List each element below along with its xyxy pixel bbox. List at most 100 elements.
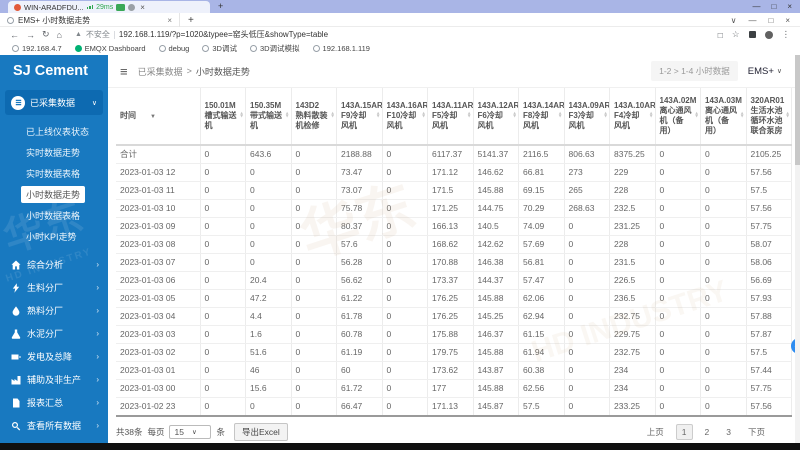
security-label: 不安全 [85,30,110,39]
table-row: 2023-01-03 08 0 0 0 57.6 0 168.62 142.62 57.69 0 2… [116,235,792,254]
column-header-6[interactable]: 143A.12AR F6冷却风机 ▴ ▾ [473,88,519,146]
cell-value: 0 [291,397,337,417]
column-header-7[interactable]: 143A.14AR F8冷却风机 ▴ ▾ [518,88,565,146]
column-header-12[interactable]: 320AR01 生活水池循环水池联合泵房 ▴ ▾ [746,88,792,146]
sidebar-section-6[interactable]: 报表汇总 › [0,391,108,414]
screen: WIN-ARADFDU... 29ms × + — □ × EMS+ 小时数据走… [0,0,800,450]
cell-value: 0 [291,235,337,254]
page-scrollbar[interactable] [795,55,800,443]
browser-minimize-icon[interactable]: — [748,16,756,25]
page-button-2[interactable]: 2 [700,425,715,439]
table-row: 2023-01-03 04 0 4.4 0 61.78 0 176.25 145.25 62.9… [116,307,792,326]
new-tab-button[interactable]: + [188,15,194,26]
forward-icon[interactable]: → [26,30,35,40]
new-remote-tab-button[interactable]: + [218,1,223,11]
breadcrumb-item-1[interactable]: 小时数据走势 [196,65,250,78]
cell-value: 0 [655,361,701,380]
column-header-5[interactable]: 143A.11AR F5冷却风机 ▴ ▾ [427,88,474,146]
cell-value: 66.47 [336,397,383,417]
column-header-2[interactable]: 143D2 熟料散装机检修 ▴ ▾ [291,88,337,146]
sidebar-section-7[interactable]: 查看所有数据 › [0,414,108,437]
column-header-3[interactable]: 143A.15AR F9冷却风机 ▴ ▾ [336,88,383,146]
sidebar-section-3[interactable]: 水泥分厂 › [0,322,108,345]
prev-page-button[interactable]: 上页 [642,424,669,440]
back-icon[interactable]: ← [10,30,19,40]
browser-tab[interactable]: EMS+ 小时数据走势 × [0,13,180,27]
column-header-0[interactable]: 150.01M 槽式输送机 ▴ ▾ [200,88,246,146]
bookmark-item-5[interactable]: 192.168.1.119 [312,44,370,53]
cell-time: 2023-01-03 05 [116,289,201,308]
scrollbar-thumb[interactable] [795,55,800,165]
column-name: F8冷却风机 [523,111,549,130]
table-row: 2023-01-03 06 0 20.4 0 56.62 0 173.37 144.37 57.… [116,271,792,290]
reload-icon[interactable]: ↻ [42,29,50,40]
home-icon[interactable]: ⌂ [57,30,62,40]
browser-menu-icon[interactable]: ⋮ [782,29,791,40]
windows-taskbar[interactable] [0,443,800,450]
bookmark-item-4[interactable]: 3D调试模拟 [249,43,300,54]
sidebar-subitem-3[interactable]: 小时数据走势 [0,184,108,205]
column-header-10[interactable]: 143A.02M 离心通风机（备用） ▴ ▾ [655,88,701,146]
range-label[interactable]: 1-2 > 1-4 小时数据 [651,61,738,81]
share-icon[interactable]: □ [718,30,723,40]
profile-avatar[interactable] [764,30,773,39]
restore-window-icon[interactable]: □ [771,2,776,11]
column-header-time[interactable]: 时间 ▼ [116,88,201,146]
cell-value: 0 [655,217,701,236]
cell-value: 0 [700,379,747,398]
sidebar-section-1[interactable]: 生料分厂 › [0,276,108,299]
hamburger-icon[interactable]: ≡ [120,64,128,79]
next-page-button[interactable]: 下页 [743,424,770,440]
sidebar-subitem-0[interactable]: 已上线仪表状态 [0,121,108,142]
column-header-8[interactable]: 143A.09AR F3冷却风机 ▴ ▾ [564,88,610,146]
sidebar-subitem-4[interactable]: 小时数据表格 [0,205,108,226]
cell-value: 56.81 [518,253,565,272]
sidebar-section-2[interactable]: 熟料分厂 › [0,299,108,322]
column-code: 143A.03M [705,96,742,105]
page-size-select[interactable]: 15 ∨ [169,425,212,439]
sidebar-section-0[interactable]: 综合分析 › [0,253,108,276]
column-header-1[interactable]: 150.35M 带式输送机 ▴ ▾ [245,88,292,146]
bookmark-item-1[interactable]: EMQX Dashboard [74,44,146,53]
cell-value: 234 [609,361,656,380]
browser-maximize-icon[interactable]: □ [768,16,773,25]
sidebar-subitem-2[interactable]: 实时数据表格 [0,163,108,184]
tab-search-icon[interactable]: ∨ [731,16,737,25]
profile-label: EMS+ [747,65,774,77]
flask-icon [11,329,21,339]
cell-value: 0 [200,163,246,182]
sidebar-section-5[interactable]: 辅助及非生产 › [0,368,108,391]
column-code: 150.35M [250,101,282,110]
close-remote-tab-icon[interactable]: × [140,3,145,12]
cell-value: 0 [200,145,246,164]
sidebar-subitem-5[interactable]: 小时KPI走势 [0,226,108,247]
browser-close-icon[interactable]: × [785,16,790,25]
cell-value: 0 [200,199,246,218]
bookmark-item-3[interactable]: 3D调试 [202,43,237,54]
remote-desktop-tab[interactable]: WIN-ARADFDU... 29ms × [8,1,210,13]
sidebar-group-collected-data[interactable]: 已采集数据 ∨ [5,90,103,115]
cell-value: 56.62 [336,271,383,290]
bookmark-item-0[interactable]: 192.168.4.7 [12,44,62,53]
url-field[interactable]: ▲ 不安全 192.168.1.119/?p=1020&typee=窑头低压&s… [69,28,711,41]
bookmark-item-2[interactable]: debug [158,44,189,53]
column-header-4[interactable]: 143A.16AR F10冷却风机 ▴ ▾ [382,88,428,146]
battery-icon [11,352,21,362]
sidebar-subitem-1[interactable]: 实时数据走势 [0,142,108,163]
breadcrumb-item-0[interactable]: 已采集数据 [138,65,183,78]
column-header-11[interactable]: 143A.03M 离心通风机（备用） ▴ ▾ [700,88,747,146]
column-name: F4冷却风机 [614,111,640,130]
bookmark-star-icon[interactable]: ☆ [732,29,740,40]
sidebar-section-4[interactable]: 发电及总降 › [0,345,108,368]
page-button-1[interactable]: 1 [675,424,693,440]
export-excel-button[interactable]: 导出Excel [234,423,288,441]
close-tab-icon[interactable]: × [167,16,172,25]
sidebar-section-label: 报表汇总 [27,398,64,408]
column-header-9[interactable]: 143A.10AR F4冷却风机 ▴ ▾ [609,88,656,146]
minimize-window-icon[interactable]: — [752,2,760,11]
page-button-3[interactable]: 3 [721,425,736,439]
cell-value: 145.88 [473,343,519,362]
close-window-icon[interactable]: × [787,2,792,11]
profile-menu[interactable]: EMS+ ∨ [748,66,782,77]
extension-icon[interactable] [748,31,756,38]
